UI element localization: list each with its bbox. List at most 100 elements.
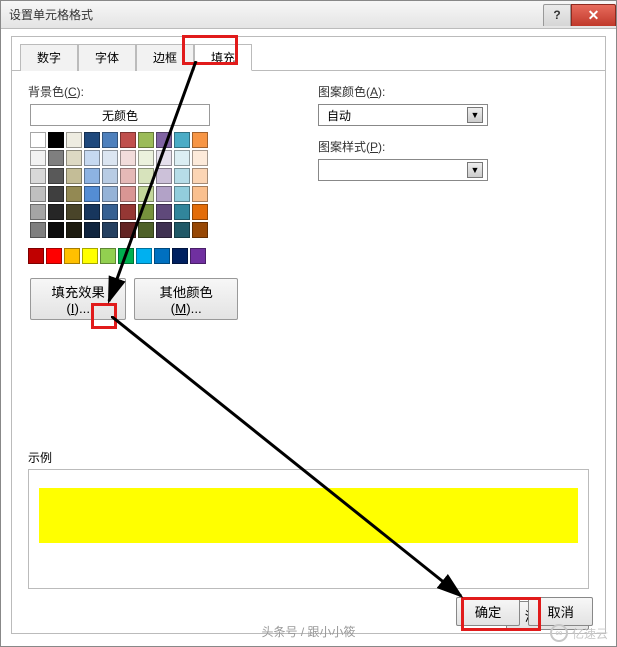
color-swatch[interactable] <box>66 132 82 148</box>
pattern-style-label: 图案样式(P): <box>318 138 558 155</box>
tab-number[interactable]: 数字 <box>20 44 78 71</box>
color-swatch[interactable] <box>84 168 100 184</box>
color-swatch[interactable] <box>28 248 44 264</box>
color-swatch[interactable] <box>138 204 154 220</box>
color-swatch[interactable] <box>138 168 154 184</box>
color-swatch[interactable] <box>48 168 64 184</box>
color-swatch[interactable] <box>66 186 82 202</box>
theme-color-grid <box>30 132 238 238</box>
color-swatch[interactable] <box>174 150 190 166</box>
color-swatch[interactable] <box>84 204 100 220</box>
color-swatch[interactable] <box>174 168 190 184</box>
color-swatch[interactable] <box>174 204 190 220</box>
color-swatch[interactable] <box>156 204 172 220</box>
help-button[interactable]: ? <box>543 4 571 26</box>
pattern-style-combo[interactable]: ▼ <box>318 159 488 181</box>
dialog-content: 数字 字体 边框 填充 背景色(C): 无颜色 填充效果(I)... <box>11 36 606 634</box>
color-swatch[interactable] <box>192 204 208 220</box>
color-swatch[interactable] <box>30 186 46 202</box>
close-button[interactable]: ✕ <box>571 4 616 26</box>
color-swatch[interactable] <box>192 168 208 184</box>
color-swatch[interactable] <box>120 222 136 238</box>
tab-fill[interactable]: 填充 <box>194 44 252 71</box>
color-swatch[interactable] <box>48 204 64 220</box>
color-swatch[interactable] <box>64 248 80 264</box>
color-swatch[interactable] <box>66 222 82 238</box>
color-swatch[interactable] <box>138 222 154 238</box>
watermark-text: 头条号 / 跟小小筱 <box>1 623 616 640</box>
logo-text: 亿速云 <box>572 625 608 642</box>
color-swatch[interactable] <box>190 248 206 264</box>
color-swatch[interactable] <box>172 248 188 264</box>
color-swatch[interactable] <box>174 132 190 148</box>
pattern-section: 图案颜色(A): 自动 ▼ 图案样式(P): ▼ <box>318 83 558 193</box>
no-color-button[interactable]: 无颜色 <box>30 104 210 126</box>
bg-color-label: 背景色(C): <box>28 83 238 100</box>
color-swatch[interactable] <box>102 204 118 220</box>
color-swatch[interactable] <box>136 248 152 264</box>
color-swatch[interactable] <box>156 132 172 148</box>
color-swatch[interactable] <box>192 222 208 238</box>
standard-color-row <box>28 248 238 264</box>
color-swatch[interactable] <box>66 204 82 220</box>
color-swatch[interactable] <box>46 248 62 264</box>
color-buttons-row: 填充效果(I)... 其他颜色(M)... <box>30 278 238 320</box>
tab-border[interactable]: 边框 <box>136 44 194 71</box>
dialog-buttons: 确定 取消 <box>456 597 593 626</box>
cancel-button[interactable]: 取消 <box>528 597 593 626</box>
color-swatch[interactable] <box>102 222 118 238</box>
color-swatch[interactable] <box>82 248 98 264</box>
color-swatch[interactable] <box>138 132 154 148</box>
color-swatch[interactable] <box>120 132 136 148</box>
color-swatch[interactable] <box>102 186 118 202</box>
color-swatch[interactable] <box>174 186 190 202</box>
color-swatch[interactable] <box>84 222 100 238</box>
color-swatch[interactable] <box>102 168 118 184</box>
color-swatch[interactable] <box>156 186 172 202</box>
fill-effects-button[interactable]: 填充效果(I)... <box>30 278 126 320</box>
color-swatch[interactable] <box>154 248 170 264</box>
color-swatch[interactable] <box>84 150 100 166</box>
color-swatch[interactable] <box>156 168 172 184</box>
color-swatch[interactable] <box>48 132 64 148</box>
color-swatch[interactable] <box>156 222 172 238</box>
color-swatch[interactable] <box>118 248 134 264</box>
color-swatch[interactable] <box>120 150 136 166</box>
color-swatch[interactable] <box>48 222 64 238</box>
color-swatch[interactable] <box>120 168 136 184</box>
close-icon: ✕ <box>588 7 600 24</box>
color-swatch[interactable] <box>102 132 118 148</box>
color-swatch[interactable] <box>192 132 208 148</box>
color-swatch[interactable] <box>30 132 46 148</box>
color-swatch[interactable] <box>156 150 172 166</box>
color-swatch[interactable] <box>48 186 64 202</box>
color-swatch[interactable] <box>30 150 46 166</box>
color-swatch[interactable] <box>30 204 46 220</box>
ok-button[interactable]: 确定 <box>456 597 521 626</box>
other-colors-button[interactable]: 其他颜色(M)... <box>134 278 238 320</box>
logo-icon: ∞ <box>550 624 568 642</box>
sample-box <box>28 469 589 589</box>
color-swatch[interactable] <box>192 186 208 202</box>
color-swatch[interactable] <box>66 168 82 184</box>
titlebar: 设置单元格格式 ? ✕ <box>1 1 616 29</box>
chevron-down-icon: ▼ <box>467 107 483 123</box>
color-swatch[interactable] <box>84 186 100 202</box>
color-swatch[interactable] <box>48 150 64 166</box>
color-swatch[interactable] <box>30 168 46 184</box>
tab-font[interactable]: 字体 <box>78 44 136 71</box>
color-swatch[interactable] <box>120 204 136 220</box>
sample-label: 示例 <box>28 449 52 466</box>
color-swatch[interactable] <box>120 186 136 202</box>
color-swatch[interactable] <box>192 150 208 166</box>
color-swatch[interactable] <box>84 132 100 148</box>
color-swatch[interactable] <box>138 150 154 166</box>
color-swatch[interactable] <box>102 150 118 166</box>
color-swatch[interactable] <box>30 222 46 238</box>
color-swatch[interactable] <box>66 150 82 166</box>
color-swatch[interactable] <box>138 186 154 202</box>
pattern-color-combo[interactable]: 自动 ▼ <box>318 104 488 126</box>
dialog-title: 设置单元格格式 <box>9 6 543 23</box>
color-swatch[interactable] <box>174 222 190 238</box>
color-swatch[interactable] <box>100 248 116 264</box>
